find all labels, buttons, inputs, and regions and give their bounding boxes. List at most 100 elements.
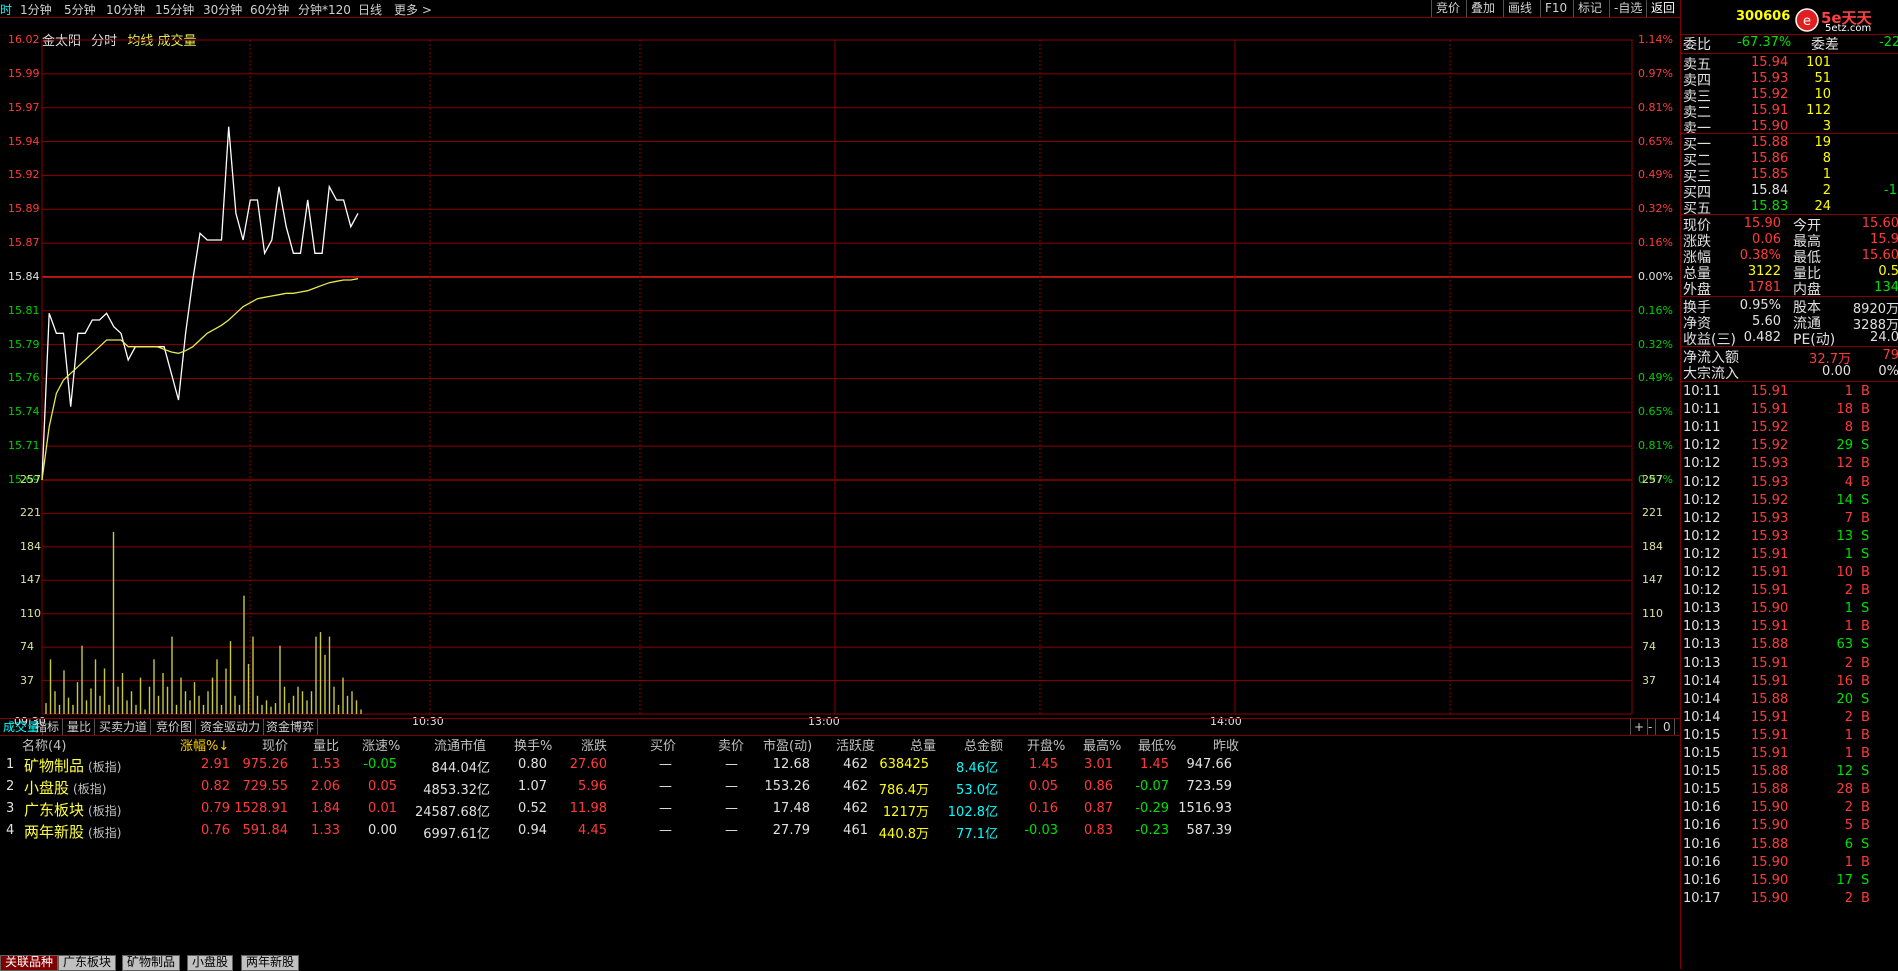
col-high[interactable]: 最高%	[1083, 735, 1121, 754]
flow-value: 0.00	[1822, 364, 1851, 379]
tick-side: B	[1861, 890, 1870, 906]
mark-button[interactable]: 标记	[1573, 0, 1606, 17]
tick-price: 15.91	[1751, 583, 1789, 599]
sector-name-cell: 广东板块 (板指)	[24, 799, 121, 820]
tick-volume: 10	[1836, 565, 1853, 580]
remove-watchlist-button[interactable]: -自选	[1609, 0, 1646, 17]
tab-auction-chart[interactable]: 竞价图	[153, 719, 197, 735]
cell-speed: 0.05	[368, 779, 397, 794]
col-price[interactable]: 现价	[262, 735, 288, 754]
tab-60min[interactable]: 60分钟	[250, 1, 289, 18]
draw-button[interactable]: 画线	[1503, 0, 1536, 17]
tick-time: 10:13	[1683, 619, 1721, 635]
col-pe[interactable]: 市盈(动)	[763, 735, 812, 754]
cell-high: 3.01	[1084, 757, 1113, 772]
order-ratio-value: -67.37%	[1737, 35, 1792, 50]
tab-1min[interactable]: 1分钟	[20, 1, 52, 18]
pct-tick-label: 0.81%	[1638, 100, 1673, 114]
col-total-amt[interactable]: 总金额	[964, 735, 1003, 754]
table-row[interactable]: 4 两年新股 (板指) 0.76 591.84 1.33 0.00 6997.61亿 0.94 4…	[0, 821, 1660, 843]
cell-amt: 8.46亿	[956, 761, 998, 776]
tick-side: B	[1861, 673, 1870, 689]
price-tick-label: 15.81	[8, 303, 40, 317]
cell-speed: 0.00	[368, 823, 397, 838]
buy-level-volume: 8	[1822, 151, 1831, 166]
col-low[interactable]: 最低%	[1138, 735, 1176, 754]
col-name[interactable]: 名称(4)	[22, 735, 66, 754]
tab-indicator[interactable]: 指标	[32, 719, 64, 735]
cell-price: 729.55	[242, 779, 289, 794]
tab-fund-drive[interactable]: 资金驱动力	[197, 719, 265, 735]
tick-volume: 17	[1836, 872, 1853, 888]
tab-daily[interactable]: 日线	[358, 1, 382, 18]
pct-tick-label: 1.14%	[1638, 33, 1673, 46]
pct-tick-label: 0.16%	[1638, 236, 1673, 250]
cell-high: 0.86	[1084, 779, 1113, 794]
tick-volume: 28	[1836, 782, 1853, 798]
back-button[interactable]: 返回	[1646, 0, 1679, 17]
cell-diff: 5.96	[578, 779, 607, 794]
tab-10min[interactable]: 10分钟	[106, 1, 145, 18]
tick-volume: 2	[1844, 800, 1853, 816]
quote-panel: 300606 e 5e天天 5etz.com 委比 -67.37% 委差 -22…	[1680, 0, 1898, 969]
stat-value: 3122	[1747, 264, 1781, 279]
buy-level-volume: 2	[1822, 183, 1831, 198]
col-activity[interactable]: 活跃度	[836, 735, 875, 754]
tab-min120[interactable]: 分钟*120	[298, 1, 351, 18]
col-total-vol[interactable]: 总量	[910, 735, 936, 754]
tab-more[interactable]: 更多 >	[394, 1, 432, 18]
col-volume-ratio[interactable]: 量比	[313, 735, 339, 754]
zoom-out-button[interactable]: -	[1645, 719, 1657, 735]
tick-volume: 2	[1844, 709, 1853, 725]
cell-vol: 786.4万	[878, 783, 929, 798]
tick-side: B	[1861, 384, 1870, 399]
intraday-chart[interactable]	[0, 18, 1680, 718]
volume-tick-label-right: 221	[1642, 506, 1663, 520]
col-prev-close[interactable]: 昨收	[1213, 735, 1239, 754]
col-speed[interactable]: 涨速%	[362, 735, 400, 754]
cell-prev: 1516.93	[1178, 801, 1232, 816]
stat-value-2: 24.0	[1870, 330, 1898, 345]
tab-intraday[interactable]: 时	[0, 1, 12, 18]
reset-button[interactable]: 0	[1660, 719, 1675, 735]
overlay-button[interactable]: 叠加	[1466, 0, 1499, 17]
col-ask[interactable]: 卖价	[718, 735, 744, 754]
order-ratio-label: 委比	[1683, 37, 1711, 53]
tab-15min[interactable]: 15分钟	[155, 1, 194, 18]
tick-side: B	[1861, 800, 1870, 816]
cell-vol: 1217万	[882, 805, 929, 820]
flow-value-2: 79	[1882, 348, 1898, 363]
tab-5min[interactable]: 5分钟	[64, 1, 96, 18]
tab-buysell-force[interactable]: 买卖力道	[96, 719, 152, 735]
pct-tick-label: 0.49%	[1638, 371, 1673, 385]
sell-level-volume: 112	[1806, 103, 1831, 118]
cell-bid: —	[659, 823, 672, 838]
cell-diff: 4.45	[578, 823, 607, 838]
auction-button[interactable]: 竞价	[1431, 0, 1464, 17]
tick-volume: 18	[1836, 402, 1853, 418]
tab-fund-game[interactable]: 资金博弈	[263, 719, 319, 735]
col-diff[interactable]: 涨跌	[581, 735, 607, 754]
table-row[interactable]: 2 小盘股 (板指) 0.82 729.55 2.06 0.05 4853.32亿 1.07 5.…	[0, 777, 1660, 799]
tab-30min[interactable]: 30分钟	[203, 1, 242, 18]
col-bid[interactable]: 买价	[650, 735, 676, 754]
tick-price: 15.90	[1751, 890, 1789, 906]
volume-tick-label-right: 147	[1642, 573, 1663, 587]
tick-time: 10:14	[1683, 691, 1721, 707]
col-market-cap[interactable]: 流通市值	[434, 735, 486, 754]
f10-button[interactable]: F10	[1540, 0, 1571, 17]
table-row[interactable]: 1 矿物制品 (板指) 2.91 975.26 1.53 -0.05 844.04亿 0.80 2…	[0, 755, 1660, 777]
col-open[interactable]: 开盘%	[1027, 735, 1065, 754]
tick-time: 10:14	[1683, 673, 1721, 689]
tick-volume: 4	[1844, 474, 1853, 490]
site-logo: e 5e天天 5etz.com	[1793, 7, 1898, 34]
col-turnover[interactable]: 换手%	[514, 735, 552, 754]
cell-low: -0.07	[1135, 779, 1169, 794]
tick-side: S	[1861, 601, 1870, 617]
tick-side: B	[1861, 655, 1870, 671]
tab-volume-ratio[interactable]: 量比	[64, 719, 96, 735]
table-row[interactable]: 3 广东板块 (板指) 0.79 1528.91 1.84 0.01 24587.68亿 0.5…	[0, 799, 1660, 821]
price-tick-label: 15.76	[8, 371, 40, 385]
volume-tick-label-right: 184	[1642, 539, 1663, 553]
col-change[interactable]: 涨幅%↓	[180, 735, 229, 754]
